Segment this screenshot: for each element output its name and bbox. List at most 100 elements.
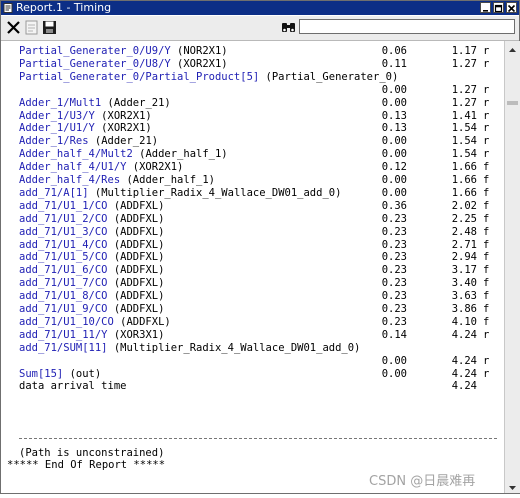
report-row: add_71/U1_6/CO (ADDFXL) 0.23 3.17 f	[1, 264, 503, 277]
cell-description: (Adder_half_1)	[132, 148, 228, 161]
report-window: Report.1 - Timing Partial_Generater_0/U9…	[0, 0, 520, 494]
cell-description: (ADDFXL)	[107, 199, 165, 212]
maximize-icon	[494, 4, 503, 13]
incr-value: 0.23	[381, 225, 407, 238]
pin-name[interactable]: add_71/U1_1/CO	[19, 200, 108, 212]
incr-value: 0.13	[381, 109, 407, 122]
report-row: add_71/U1_9/CO (ADDFXL) 0.23 3.86 f	[1, 303, 503, 316]
find-button[interactable]	[280, 19, 297, 36]
scroll-thumb[interactable]	[507, 101, 518, 105]
edge-indicator: r	[483, 135, 490, 148]
path-cell: Sum[15] (out)	[19, 368, 101, 381]
pin-name[interactable]: add_71/U1_10/CO	[19, 316, 114, 328]
path-total-value: 1.66	[451, 186, 477, 199]
pin-name[interactable]: add_71/U1_9/CO	[19, 303, 108, 315]
report-row: Adder_half_4/Mult2 (Adder_half_1) 0.00 1.5…	[1, 148, 503, 161]
report-text-area[interactable]: Partial_Generater_0/U9/Y (NOR2X1) 0.06 1.1…	[1, 41, 503, 493]
cell-description: (ADDFXL)	[107, 225, 165, 238]
pin-name[interactable]: Adder_half_4/Mult2	[19, 148, 133, 160]
pin-name[interactable]: add_71/U1_2/CO	[19, 213, 108, 225]
cell-description: (XOR2X1)	[170, 57, 228, 70]
pin-name[interactable]: add_71/SUM[11]	[19, 342, 108, 354]
pin-name[interactable]: Adder_1/Res	[19, 135, 89, 147]
edge-indicator: r	[483, 367, 490, 380]
path-cell: Adder_1/Mult1 (Adder_21)	[19, 97, 171, 110]
cell-description: data arrival time	[19, 380, 127, 393]
save-button[interactable]	[41, 19, 58, 36]
path-total-value: 3.17	[451, 264, 477, 277]
pin-name[interactable]: add_71/U1_7/CO	[19, 277, 108, 289]
report-row: Sum[15] (out) 0.00 4.24 r	[1, 368, 503, 381]
edge-indicator: r	[483, 148, 490, 161]
incr-value: 0.00	[381, 186, 407, 199]
report-row: add_71/SUM[11] (Multiplier_Radix_4_Walla…	[1, 342, 503, 355]
report-row: Adder_1/Mult1 (Adder_21) 0.00 1.27 r	[1, 97, 503, 110]
close-window-button[interactable]	[506, 2, 517, 13]
pin-name[interactable]: Adder_half_4/Res	[19, 174, 120, 186]
report-row: Partial_Generater_0/U8/Y (XOR2X1) 0.11 1.2…	[1, 58, 503, 71]
incr-value: 0.00	[381, 135, 407, 148]
pin-name[interactable]: add_71/A[1]	[19, 187, 89, 199]
close-report-button[interactable]	[5, 19, 22, 36]
report-row: Adder_1/U1/Y (XOR2X1) 0.13 1.54 r	[1, 122, 503, 135]
pin-name[interactable]: Partial_Generater_0/U8/Y	[19, 58, 171, 70]
pin-name[interactable]: Adder_half_4/U1/Y	[19, 161, 126, 173]
cell-description: (ADDFXL)	[107, 238, 165, 251]
report-row: add_71/U1_1/CO (ADDFXL) 0.36 2.02 f	[1, 200, 503, 213]
pin-name[interactable]: Adder_1/Mult1	[19, 97, 101, 109]
edge-indicator: r	[483, 96, 490, 109]
path-cell: Partial_Generater_0/U8/Y (XOR2X1)	[19, 58, 228, 71]
toolbar	[1, 16, 519, 41]
cell-description: (ADDFXL)	[113, 315, 171, 328]
edge-indicator: r	[483, 83, 490, 96]
incr-value: 0.00	[381, 83, 407, 96]
cell-description: (XOR2X1)	[126, 161, 184, 174]
path-total-value: 1.27	[451, 57, 477, 70]
pin-name[interactable]: add_71/U1_4/CO	[19, 239, 108, 251]
pin-name[interactable]: Partial_Generater_0/U9/Y	[19, 45, 171, 57]
edge-indicator: f	[483, 174, 490, 186]
pin-name[interactable]: Sum[15]	[19, 368, 63, 380]
edge-indicator: f	[483, 199, 490, 212]
report-row: Partial_Generater_0/Partial_Product[5] (…	[1, 71, 503, 84]
pin-name[interactable]: add_71/U1_11/Y	[19, 329, 108, 341]
path-cell: add_71/U1_3/CO (ADDFXL)	[19, 226, 164, 239]
cell-description: (Adder_21)	[88, 135, 159, 148]
path-total-value: 1.27	[451, 96, 477, 109]
report-row: add_71/U1_10/CO (ADDFXL) 0.23 4.10 f	[1, 316, 503, 329]
edit-button[interactable]	[23, 19, 40, 36]
cell-description: (XOR2X1)	[94, 122, 152, 135]
pin-name[interactable]: add_71/U1_3/CO	[19, 226, 108, 238]
cell-description: (XOR3X1)	[107, 328, 165, 341]
scroll-down-button[interactable]	[506, 479, 519, 492]
minimize-button[interactable]	[480, 2, 491, 13]
pin-name[interactable]: add_71/U1_8/CO	[19, 290, 108, 302]
path-total-value: 1.54	[451, 122, 477, 135]
edge-indicator: f	[483, 251, 490, 264]
incr-value: 0.00	[381, 367, 407, 380]
incr-value: 0.00	[381, 174, 407, 186]
dashed-separator	[19, 438, 497, 439]
incr-value: 0.00	[381, 148, 407, 161]
pin-name[interactable]: Adder_1/U1/Y	[19, 122, 95, 134]
minimize-icon	[483, 10, 488, 12]
search-input[interactable]	[299, 19, 515, 34]
report-row: 0.00 1.27 r	[1, 84, 503, 97]
path-cell: add_71/U1_5/CO (ADDFXL)	[19, 251, 164, 264]
scroll-up-button[interactable]	[506, 42, 519, 55]
arrow-down-icon	[509, 486, 516, 490]
vertical-scrollbar[interactable]	[504, 41, 520, 493]
report-row: data arrival time 4.24	[1, 380, 503, 393]
pin-name[interactable]: Adder_1/U3/Y	[19, 110, 95, 122]
path-total-value: 1.17	[451, 45, 477, 57]
watermark: CSDN @日晨难再	[369, 474, 476, 489]
incr-value: 0.00	[381, 354, 407, 367]
maximize-button[interactable]	[493, 2, 504, 13]
edge-indicator: f	[483, 186, 490, 199]
path-cell: add_71/U1_1/CO (ADDFXL)	[19, 200, 164, 213]
report-row: add_71/U1_4/CO (ADDFXL) 0.23 2.71 f	[1, 239, 503, 252]
pin-name[interactable]: add_71/U1_5/CO	[19, 251, 108, 263]
pin-name[interactable]: add_71/U1_6/CO	[19, 264, 108, 276]
pin-name[interactable]: Partial_Generater_0/Partial_Product[5]	[19, 71, 259, 83]
arrow-up-icon	[509, 48, 516, 52]
